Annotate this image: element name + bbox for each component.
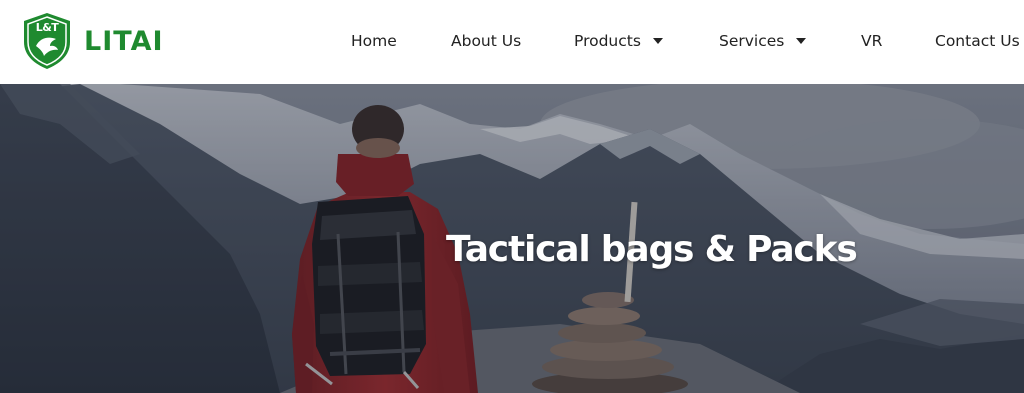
hero-banner: Tactical bags & Packs — [0, 84, 1024, 393]
shield-logo-icon: L&T — [22, 12, 72, 70]
nav-services-label: Services — [719, 32, 785, 50]
chevron-down-icon — [796, 38, 807, 44]
nav-products[interactable]: Products — [574, 30, 663, 52]
nav-about-us-label: About Us — [451, 32, 522, 50]
nav-home-label: Home — [351, 32, 397, 50]
nav-vr[interactable]: VR — [861, 30, 882, 52]
nav-about-us[interactable]: About Us — [451, 30, 521, 52]
nav-products-label: Products — [574, 32, 641, 50]
nav-vr-label: VR — [861, 32, 883, 50]
chevron-down-icon — [652, 38, 663, 44]
site-header: L&T LITAI Home About Us Products Service… — [0, 0, 1024, 84]
nav-contact-us-label: Contact Us — [935, 32, 1020, 50]
nav-services[interactable]: Services — [719, 30, 807, 52]
brand-logo[interactable]: L&T LITAI — [22, 12, 164, 70]
brand-name: LITAI — [84, 25, 164, 57]
logo-badge-text: L&T — [35, 21, 59, 34]
hero-title: Tactical bags & Packs — [446, 229, 858, 270]
nav-home[interactable]: Home — [351, 30, 397, 52]
nav-contact-us[interactable]: Contact Us — [935, 30, 1020, 52]
